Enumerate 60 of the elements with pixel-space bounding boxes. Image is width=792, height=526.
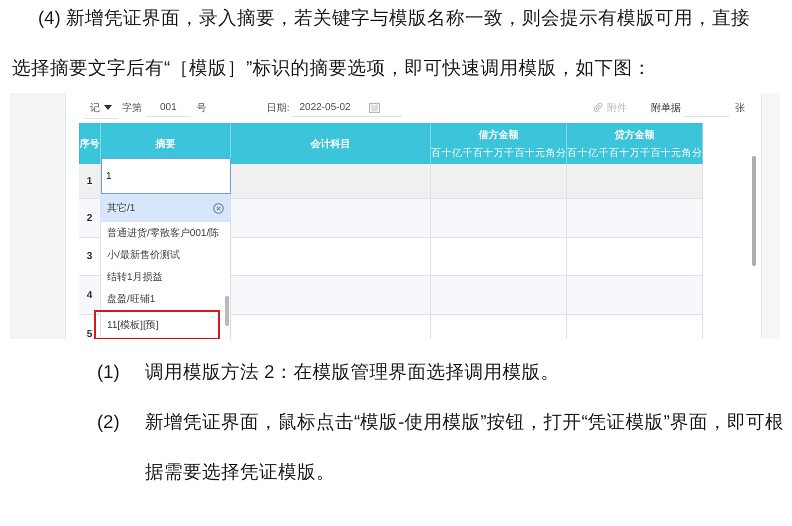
caret-icon[interactable]	[104, 105, 112, 110]
digit-unit-label: 十	[578, 146, 588, 160]
column-header: 借方金额	[478, 130, 518, 141]
digit-unit-label: 百	[431, 148, 442, 160]
intro-paragraph: (4) 新增凭证界面，录入摘要，若关键字与模版名称一致，则会提示有模版可用，直接选择摘要文字后有“［模版］”标识的摘要选项，即可快速调用模版，如下图：	[12, 6, 751, 80]
digit-unit-label: 十	[442, 146, 452, 160]
bills-label: 附单据	[651, 102, 681, 115]
scrollbar-thumb[interactable]	[752, 156, 756, 266]
suggestion-item[interactable]: 其它/1	[101, 194, 230, 222]
step-text: 新增凭证界面，鼠标点击“模版-使用模版”按钮，打开“凭证模版”界面，即可根据需要选择凭证模版。	[145, 410, 784, 484]
step-number: (1)	[97, 360, 121, 384]
clear-icon[interactable]	[213, 202, 224, 214]
column-header: 摘要	[156, 137, 176, 150]
digit-unit-label: 十	[660, 146, 671, 160]
suggestion-item[interactable]: 盘盈/旺铺1	[101, 288, 230, 310]
voucher-type[interactable]: 记	[90, 100, 100, 114]
digit-unit-label: 分	[692, 147, 702, 160]
suggestion-item[interactable]: 小/最新售价测试	[101, 244, 230, 266]
digit-unit-label: 十	[483, 146, 494, 160]
summary-input[interactable]: 1	[101, 158, 231, 194]
calendar-icon[interactable]	[368, 102, 380, 113]
row-number: 1	[86, 176, 92, 186]
digit-unit-label: 千	[640, 146, 650, 160]
paperclip-icon[interactable]	[593, 102, 603, 112]
date-label: 日期:	[266, 102, 290, 115]
digit-unit-label: 十	[524, 146, 535, 160]
digit-unit-label: 元	[670, 147, 682, 160]
digit-unit-label: 百	[650, 148, 661, 160]
row-number: 2	[86, 212, 92, 224]
digit-unit-label: 万	[630, 148, 640, 160]
step-text: 调用模版方法 2：在模版管理界面选择调用模版。	[145, 360, 560, 384]
digit-unit-label: 百	[472, 148, 483, 160]
digit-unit-label: 角	[681, 147, 692, 160]
row-number: 3	[86, 251, 92, 262]
digit-unit-label: 分	[556, 147, 566, 160]
row-number: 5	[86, 328, 92, 339]
digit-unit-label: 十	[619, 146, 630, 160]
number-label: 字第	[122, 102, 142, 115]
column-header: 贷方金额	[614, 130, 654, 141]
number-suffix: 号	[196, 102, 207, 115]
scrollbar-thumb[interactable]	[225, 296, 229, 326]
suggestion-item[interactable]: 11[模板][预]	[94, 310, 220, 339]
digit-unit-label: 千	[462, 146, 472, 160]
digit-unit-label: 百	[608, 148, 619, 160]
digit-unit-label: 亿	[588, 148, 598, 160]
digit-unit-label: 千	[504, 146, 514, 160]
row-number: 4	[86, 290, 92, 300]
date-value[interactable]: 2022-05-02	[299, 102, 351, 113]
column-header: 会计科目	[310, 138, 350, 150]
digit-unit-label: 百	[567, 148, 578, 160]
digit-unit-label: 万	[494, 148, 504, 160]
voucher-number[interactable]: 001	[146, 99, 191, 117]
digit-unit-label: 千	[598, 146, 608, 160]
column-header: 序号	[80, 137, 100, 150]
digit-unit-label: 亿	[452, 148, 462, 160]
digit-unit-label: 角	[545, 147, 556, 160]
digit-unit-label: 百	[514, 148, 525, 160]
step-number: (2)	[97, 410, 121, 434]
bills-unit: 张	[735, 102, 745, 115]
digit-unit-label: 元	[534, 147, 546, 160]
